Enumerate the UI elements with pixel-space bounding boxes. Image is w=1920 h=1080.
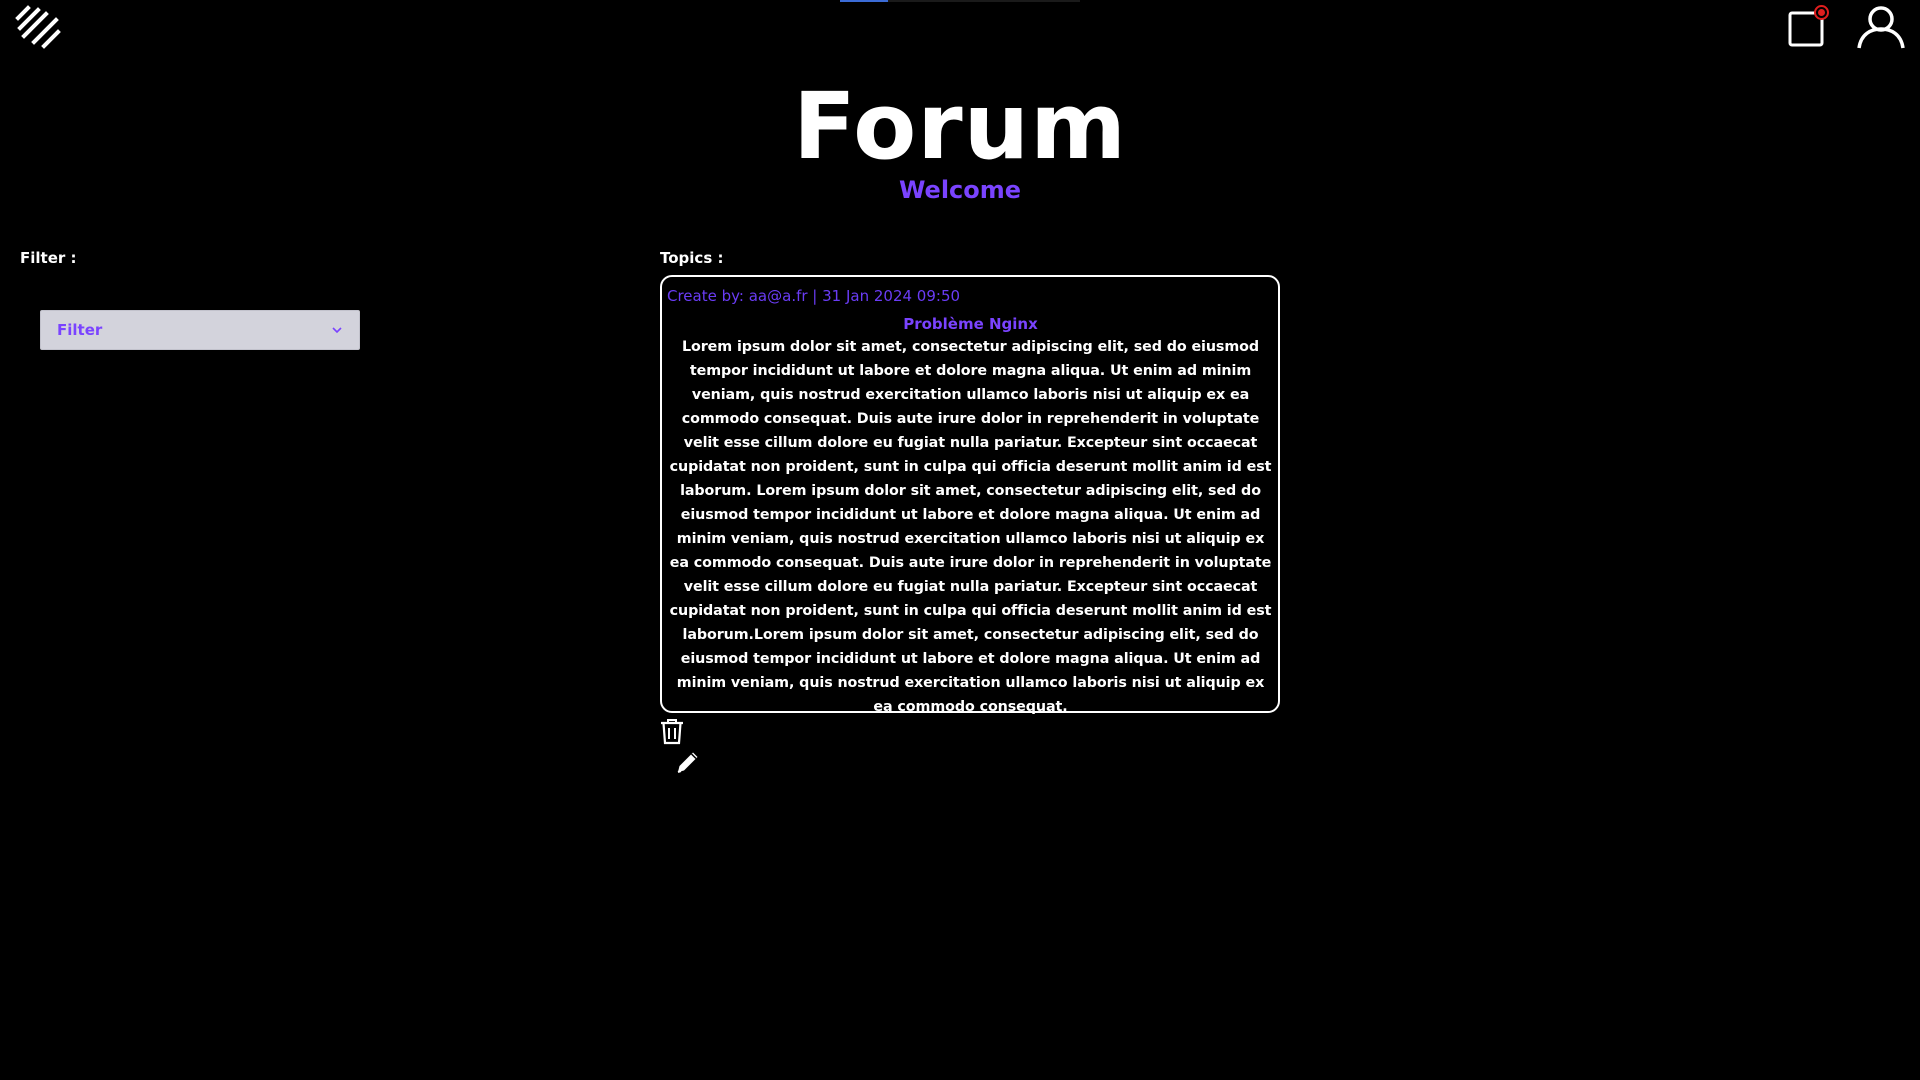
notification-badge bbox=[1814, 5, 1829, 20]
filter-select-value: Filter bbox=[57, 321, 103, 339]
topics-label: Topics : bbox=[660, 249, 724, 267]
page-progress-bar bbox=[840, 0, 1080, 2]
page-subtitle: Welcome bbox=[898, 176, 1022, 204]
topic-body: Lorem ipsum dolor sit amet, consectetur … bbox=[669, 339, 1272, 715]
filter-label: Filter : bbox=[20, 249, 77, 267]
filter-select[interactable]: Filter bbox=[40, 310, 360, 350]
topic-card[interactable]: Create by: aa@a.fr | 31 Jan 2024 09:50 P… bbox=[660, 275, 1280, 715]
user-account-icon[interactable] bbox=[1856, 4, 1906, 50]
topic-title[interactable]: Problème Nginx bbox=[667, 315, 1274, 333]
chevron-down-icon bbox=[332, 327, 342, 334]
page-progress-fill bbox=[840, 0, 888, 2]
page-title: Forum bbox=[792, 73, 1128, 180]
topic-meta: Create by: aa@a.fr | 31 Jan 2024 09:50 bbox=[667, 287, 961, 305]
pencil-icon[interactable] bbox=[674, 748, 702, 776]
trash-icon[interactable] bbox=[659, 717, 685, 745]
logo-icon[interactable] bbox=[14, 2, 62, 50]
